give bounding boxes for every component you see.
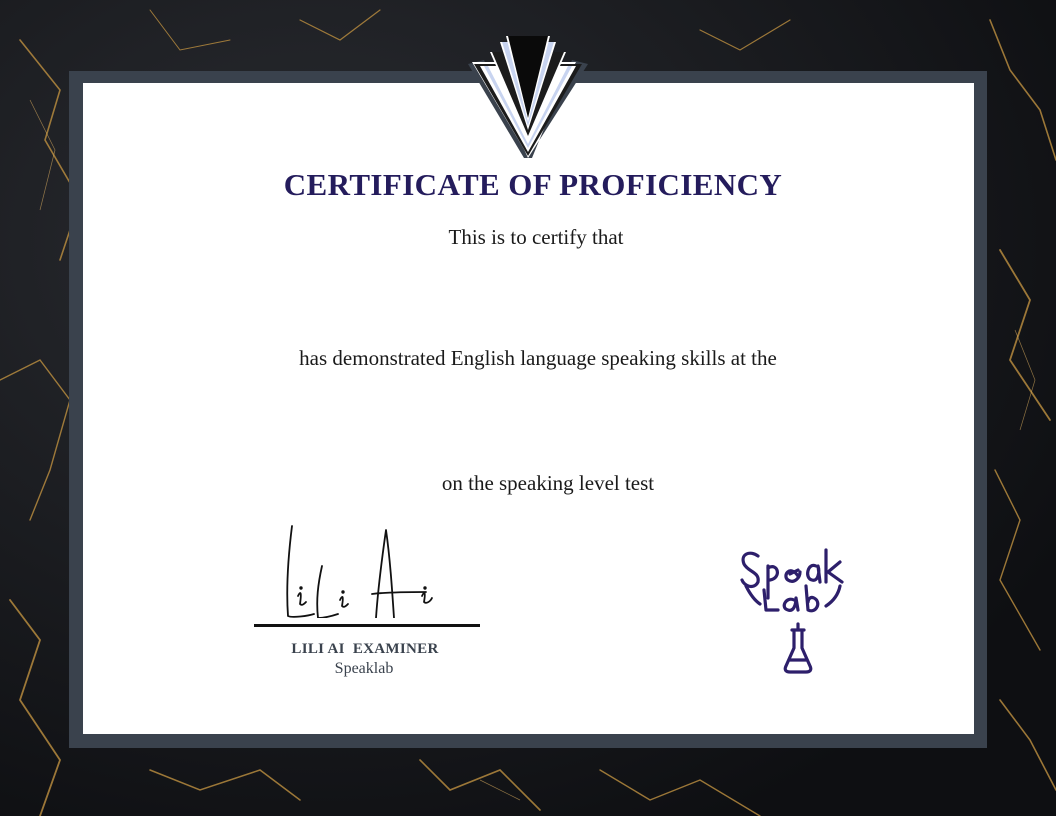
- examiner-organization: Speaklab: [334, 660, 394, 677]
- logo-wordmark: Speak: [792, 616, 805, 621]
- test-line: on the speaking level test: [441, 471, 655, 495]
- signature-line: [254, 624, 480, 627]
- speaklab-logo: Speak: [740, 548, 844, 674]
- certificate-title: CERTIFICATE OF PROFICIENCY: [283, 167, 783, 202]
- demonstrated-line: has demonstrated English language speaki…: [299, 346, 777, 370]
- art-deco-emblem-icon: [468, 36, 588, 158]
- handwritten-signature: [286, 525, 433, 618]
- examiner-name-title: LILI AI EXAMINER: [291, 641, 439, 657]
- certify-line: This is to certify that: [448, 225, 624, 249]
